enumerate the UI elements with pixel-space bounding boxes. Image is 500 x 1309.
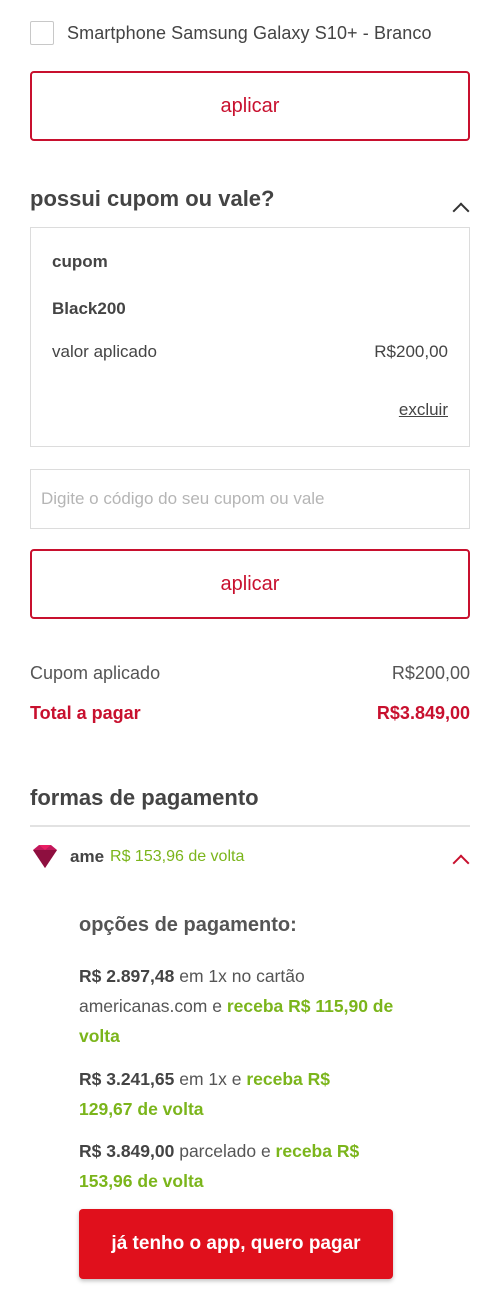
pay-with-app-label: já tenho o app, quero pagar xyxy=(111,1233,361,1254)
coupon-code: Black200 xyxy=(52,299,126,318)
product-checkbox[interactable] xyxy=(30,21,54,45)
product-name: Smartphone Samsung Galaxy S10+ - Branco xyxy=(67,22,432,43)
pay-with-app-button[interactable]: já tenho o app, quero pagar xyxy=(79,1209,393,1279)
remove-coupon-link[interactable]: excluir xyxy=(399,400,448,420)
coupon-section-title: possui cupom ou vale? xyxy=(30,186,275,211)
payment-option-1: R$ 2.897,48 em 1x no cartão americanas.c… xyxy=(79,961,419,1051)
option-text: em 1x e xyxy=(174,1069,247,1089)
option-amount: R$ 2.897,48 xyxy=(79,966,175,986)
ame-name: ame xyxy=(70,847,105,866)
payment-options-title: opções de pagamento: xyxy=(79,914,297,936)
coupon-input-wrapper xyxy=(30,469,470,529)
apply-button-label: aplicar xyxy=(220,94,280,117)
coupon-input[interactable] xyxy=(41,489,469,509)
divider xyxy=(30,825,470,827)
applied-coupon-card: cupom Black200 valor aplicado R$200,00 e… xyxy=(30,227,470,447)
payment-option-3: R$ 3.849,00 parcelado e receba R$ 153,96… xyxy=(79,1136,409,1196)
coupon-applied-value: R$200,00 xyxy=(391,663,470,683)
payment-section-title: formas de pagamento xyxy=(30,785,259,810)
applied-value-label: valor aplicado xyxy=(52,342,157,361)
ame-payment-option[interactable]: ame R$ 153,96 de volta xyxy=(30,842,470,872)
chevron-up-icon xyxy=(452,854,470,872)
apply-button[interactable]: aplicar xyxy=(30,71,470,141)
ame-cashback: R$ 153,96 de volta xyxy=(110,848,245,865)
apply-coupon-button[interactable]: aplicar xyxy=(30,549,470,619)
collapse-ame-button[interactable] xyxy=(446,848,476,872)
total-value: R$3.849,00 xyxy=(376,703,470,723)
option-amount: R$ 3.241,65 xyxy=(79,1069,175,1089)
coupon-label: cupom xyxy=(52,252,108,271)
applied-value: R$200,00 xyxy=(374,342,448,361)
payment-option-2: R$ 3.241,65 em 1x e receba R$ 129,67 de … xyxy=(79,1064,379,1124)
product-row[interactable]: Smartphone Samsung Galaxy S10+ - Branco xyxy=(30,18,470,48)
chevron-up-icon xyxy=(452,202,470,220)
ame-diamond-icon xyxy=(33,845,57,868)
coupon-applied-label: Cupom aplicado xyxy=(30,663,161,683)
total-label: Total a pagar xyxy=(30,703,141,723)
option-text: parcelado e xyxy=(174,1141,276,1161)
collapse-coupon-button[interactable] xyxy=(446,196,476,220)
apply-coupon-button-label: aplicar xyxy=(220,572,280,595)
option-amount: R$ 3.849,00 xyxy=(79,1141,175,1161)
